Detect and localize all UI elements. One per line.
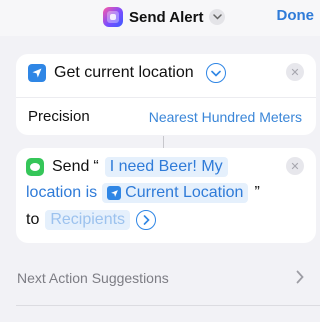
done-button[interactable]: Done <box>277 7 315 24</box>
expand-chevron-icon[interactable] <box>205 63 226 83</box>
send-line-3: to Recipients <box>26 210 157 230</box>
current-location-variable[interactable]: Current Location <box>102 183 249 203</box>
recipients-field[interactable]: Recipients <box>45 210 131 230</box>
action-header: Get current location <box>28 63 226 83</box>
chevron-down-icon[interactable] <box>209 9 226 25</box>
remove-action-icon[interactable]: ✕ <box>286 63 304 81</box>
shortcut-title-button[interactable]: Send Alert <box>103 5 226 29</box>
shortcut-app-icon <box>103 7 123 27</box>
get-location-action-card[interactable]: Get current location ✕ Precision Nearest… <box>16 54 316 135</box>
send-message-action-card[interactable]: Send “ I need Beer! My location is Curre… <box>16 148 316 243</box>
location-arrow-icon <box>28 64 46 82</box>
send-line-1: Send “ I need Beer! My <box>26 157 228 177</box>
chevron-right-icon[interactable] <box>296 268 304 289</box>
precision-label: Precision <box>28 108 90 125</box>
open-quote: “ <box>93 158 99 175</box>
next-action-suggestions[interactable]: Next Action Suggestions <box>17 270 169 286</box>
send-line-2: location is Current Location ” <box>26 183 260 203</box>
shortcut-title: Send Alert <box>129 8 204 26</box>
close-quote: ” <box>254 184 260 201</box>
message-text-field-cont[interactable]: location is <box>26 183 102 203</box>
precision-value-picker[interactable]: Nearest Hundred Meters <box>149 109 302 125</box>
divider <box>16 305 320 306</box>
divider <box>16 97 316 98</box>
to-word: to <box>26 211 40 228</box>
action-connector <box>163 136 164 148</box>
nav-header: Send Alert Done <box>0 0 320 36</box>
variable-label: Current Location <box>125 184 244 201</box>
message-text-field[interactable]: I need Beer! My <box>104 157 228 177</box>
action-title: Get current location <box>54 64 194 81</box>
messages-icon <box>26 158 44 176</box>
send-word: Send <box>52 158 90 175</box>
location-arrow-icon <box>107 186 122 200</box>
chevron-right-icon[interactable] <box>136 210 157 230</box>
remove-action-icon[interactable]: ✕ <box>286 157 304 175</box>
